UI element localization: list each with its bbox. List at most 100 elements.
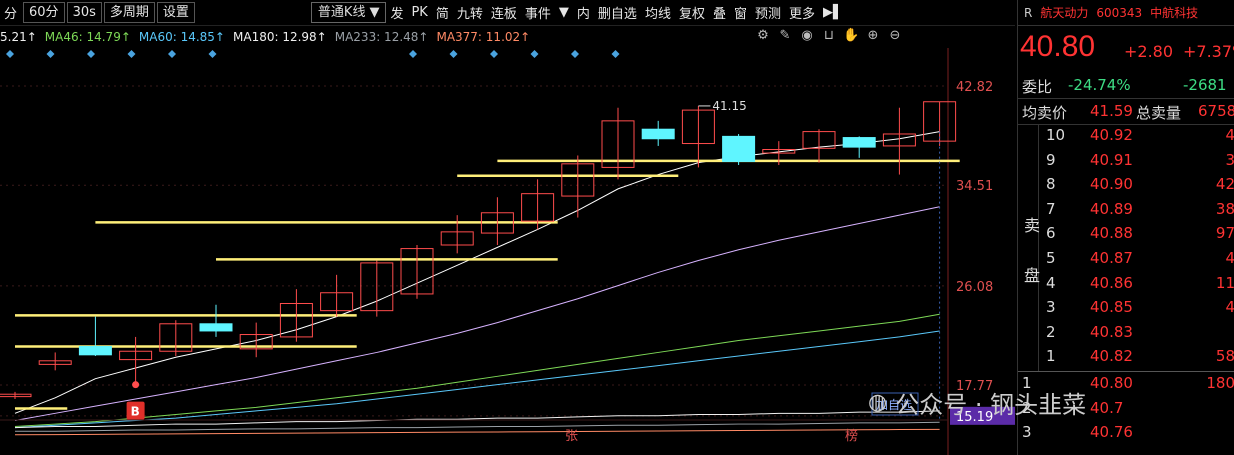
order-price: 40.80 [1090,374,1133,392]
toolbar-btn-fa[interactable]: 发 [386,3,407,22]
chart-tools: ⚙ ✎ ◉ ⊔ ✋ ⊕ ⊖ [755,28,903,44]
divider [1018,371,1234,372]
buy-badge-label: B [131,405,140,419]
chart-toolbar: 分 60分 30s 多周期 设置 普通K线 ▼ 发 PK 简 九转 连板 事件 … [0,0,1015,26]
toolbar-btn-remove-watch[interactable]: 删自选 [594,3,641,22]
signal-diamond-icon [530,50,539,58]
order-volume: 11 [1215,273,1234,292]
y-tick-label: 42.82 [956,80,993,95]
buy-point-marker [132,381,140,389]
y-tick-label: 34.51 [956,179,993,194]
toolbar-btn-lianban[interactable]: 连板 [487,3,521,22]
stock-flag: R [1024,5,1033,20]
signal-diamond-icon [571,50,579,58]
toolbar-btn-ma[interactable]: 均线 [641,3,675,22]
toolbar-btn-shijian[interactable]: 事件 [521,3,555,22]
chart-type-select[interactable]: 普通K线 ▼ [310,2,387,23]
order-book-row[interactable]: 4 40.86 11 [1018,274,1234,298]
ma-label-180: MA180: 12.98↑ [233,30,327,44]
total-sell-value: 6758 [1198,102,1234,120]
watermark: ◍ 公众号 · 钢头韭菜 [868,385,1086,420]
avg-sell-label: 均卖价 [1022,104,1068,122]
order-book-row[interactable]: 3 40.85 4 [1018,298,1234,322]
ma-line [14,313,940,427]
gear-icon[interactable]: ⚙ [755,28,771,44]
order-book-row[interactable]: 9 40.91 3 [1018,151,1234,175]
signal-diamond-icon [611,50,620,58]
order-book-row[interactable]: 8 40.90 42 [1018,175,1234,199]
order-book-row[interactable]: 1 40.82 58 [1018,347,1234,371]
order-level: 3 [1022,423,1032,442]
y-tick-label: 26.08 [956,280,993,295]
toolbar-btn-pk[interactable]: PK [407,5,431,20]
order-volume: 42 [1215,175,1234,194]
candle-body [78,345,112,356]
kline-chart[interactable]: 42.8234.5126.0817.7715.1941.15B 加自选张榜 [0,48,1015,455]
stock-code: 600343 [1096,5,1143,20]
order-price: 40.83 [1090,322,1133,341]
order-price: 40.90 [1090,175,1133,194]
order-level: 2 [1046,322,1056,341]
order-volume: 3 [1225,150,1234,169]
order-volume: 97 [1215,224,1234,243]
order-level: 10 [1046,126,1066,144]
settings-button[interactable]: 设置 [156,2,195,23]
toolbar-btn-more[interactable]: 更多 [785,3,819,22]
period-60min[interactable]: 60分 [23,2,65,23]
price-change-pct: +7.37% [1183,42,1234,61]
stock-name: 航天动力 [1040,6,1089,20]
order-book-row[interactable]: 5 40.87 4 [1018,249,1234,273]
multi-period-button[interactable]: 多周期 [103,2,155,23]
hand-icon[interactable]: ✋ [843,28,859,44]
toolbar-btn-jian[interactable]: 简 [432,3,453,22]
order-price: 40.85 [1090,298,1133,317]
order-price: 40.89 [1090,199,1133,218]
period-30s[interactable]: 30s [66,2,102,23]
order-level: 9 [1046,150,1056,169]
order-volume: 4 [1225,298,1234,317]
order-level: 7 [1046,199,1056,218]
signal-diamond-icon [46,50,55,58]
toolbar-btn-adjust[interactable]: 复权 [675,3,709,22]
toolbar-btn-nei[interactable]: 内 [573,3,594,22]
eye-icon[interactable]: ◉ [799,28,815,44]
order-volume: 180 [1206,374,1234,392]
weibi-value: -24.74% [1068,76,1131,94]
order-book-row[interactable]: 3 40.76 [1018,423,1234,447]
order-book-row[interactable]: 7 40.89 38 [1018,200,1234,224]
order-price: 40.87 [1090,249,1133,267]
toolbar-btn-forecast[interactable]: 预测 [751,3,785,22]
ma-label-short: 5.21↑ [0,30,37,44]
zoom-in-icon[interactable]: ⊕ [865,28,881,44]
order-book-row[interactable]: 6 40.88 97 [1018,224,1234,248]
pen-icon[interactable]: ✎ [777,28,793,44]
bottom-label: 张 [565,429,578,444]
ma-label-377: MA377: 11.02↑ [436,30,531,44]
signal-diamond-icon [409,50,417,58]
toolbar-btn-overlay[interactable]: 叠 [709,3,730,22]
order-volume: 38 [1215,199,1234,218]
candle-body [199,323,233,332]
divider [1018,124,1234,125]
order-volume: 58 [1215,347,1234,366]
order-level: 5 [1046,249,1056,267]
collapse-panel-icon[interactable]: ▶▌ [819,5,847,20]
signal-diamond-icon [490,50,498,58]
order-volume: 4 [1225,126,1234,144]
toolbar-btn-window[interactable]: 窗 [730,3,751,22]
ma-label-60: MA60: 14.85↑ [138,30,225,44]
chevron-down-icon[interactable]: ▼ [555,5,573,20]
ma-line [14,131,940,414]
signal-diamond-icon [208,50,217,58]
toolbar-btn-jiuzhuan[interactable]: 九转 [453,3,487,22]
stock-header: R 航天动力 600343 中航科技 [1018,0,1234,26]
period-minute[interactable]: 分 [0,3,21,22]
order-book-row[interactable]: 2 40.83 [1018,323,1234,347]
signal-diamond-icon [449,50,458,58]
signal-diamond-icon [87,50,95,58]
stock-group: 中航科技 [1150,6,1199,20]
order-level: 6 [1046,224,1056,243]
zoom-out-icon[interactable]: ⊖ [887,28,903,44]
basket-icon[interactable]: ⊔ [821,28,837,44]
order-book-row[interactable]: 10 40.92 4 [1018,126,1234,150]
